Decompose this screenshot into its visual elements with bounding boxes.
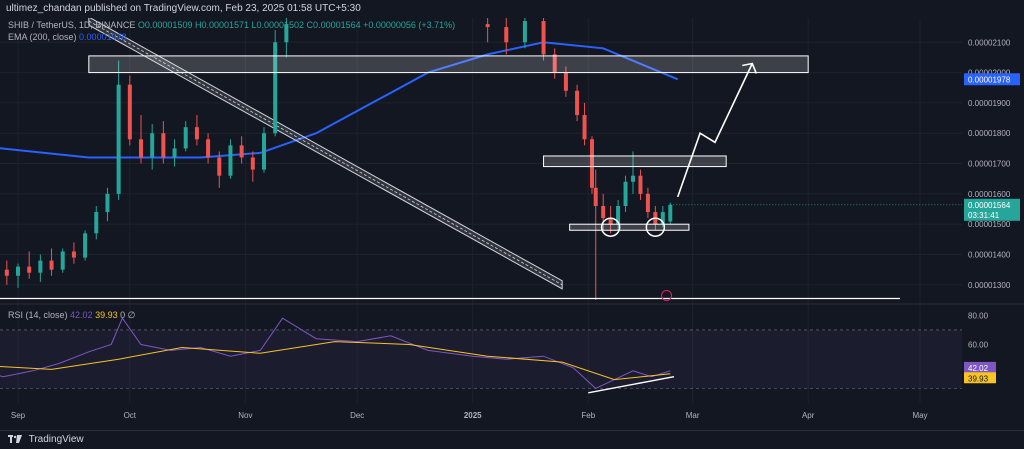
candle-body [623, 181, 628, 206]
annotations [0, 55, 962, 301]
price-tick-label: 0.00001500 [968, 220, 1011, 229]
resistance-zone-upper [88, 55, 809, 74]
ema-value: 0.00001978 [79, 32, 127, 42]
candle-body [563, 72, 568, 91]
rsi-band-fill [0, 329, 962, 389]
time-tick-label: Dec [350, 411, 364, 420]
candle-body [172, 148, 177, 158]
candle-body [60, 251, 65, 270]
ema-legend: EMA (200, close) 0.00001978 [8, 32, 127, 42]
candle-body [541, 21, 546, 55]
candle-body [116, 84, 121, 194]
projection-path [676, 63, 753, 198]
time-tick-label: 2025 [464, 411, 482, 420]
rsi-tick-label: 80.00 [968, 311, 989, 320]
candle-body [27, 266, 32, 273]
candle-body [228, 145, 233, 176]
candle-body [631, 175, 635, 182]
footer-brand: TradingView [28, 434, 84, 445]
price-tick-label: 0.00001800 [968, 129, 1011, 138]
price-tick-label: 0.00001300 [968, 281, 1011, 290]
price-tick-label: 0.00001700 [968, 160, 1011, 169]
price-tick-label: 0.00002100 [968, 38, 1011, 47]
candle-body [150, 133, 155, 158]
candle-body [239, 145, 244, 158]
rsi-legend: RSI (14, close) 42.02 39.93 0 ∅ [8, 310, 136, 321]
rsi-label: RSI (14, close) [8, 310, 68, 320]
candle-body [504, 27, 509, 43]
candle-body [94, 212, 99, 234]
candle-body [522, 21, 527, 43]
candle-body [638, 175, 643, 194]
time-tick-label: Mar [686, 411, 700, 420]
time-tick-label: Nov [238, 411, 252, 420]
candle-body [601, 206, 606, 219]
candle-body [668, 204, 673, 222]
rsi-tick-label: 60.00 [968, 341, 989, 350]
symbol-label: SHIB / TetherUS, 1D, BINANCE [8, 20, 136, 30]
price-tick-label: 0.00001600 [968, 190, 1011, 199]
time-tick-label: Apr [802, 411, 815, 420]
rsi-value: 42.02 [70, 310, 93, 320]
price-tick-label: 0.00001400 [968, 251, 1011, 260]
rsi-value-tag: 42.02 [968, 364, 989, 373]
candle-body [49, 260, 54, 270]
footer: TradingView [0, 430, 1024, 449]
price-tick-label: 0.00001900 [968, 99, 1011, 108]
candle-body [194, 127, 199, 140]
candle-body [4, 269, 9, 276]
candle-body [262, 133, 266, 170]
rsi-ma-value: 39.93 [95, 310, 118, 320]
symbol-legend: SHIB / TetherUS, 1D, BINANCE O0.00001509… [8, 20, 455, 30]
time-tick-label: May [912, 411, 927, 420]
support-zone [569, 223, 690, 231]
ema-price-tag: 0.00001978 [968, 75, 1011, 84]
candle-body [71, 251, 76, 258]
time-tick-label: Feb [581, 411, 595, 420]
candle-body [139, 139, 143, 158]
publish-info: ultimez_chandan published on TradingView… [0, 0, 1024, 18]
chart-area[interactable]: 0.00001300 0.00001400 0.00001500 0.00001600… [0, 18, 1024, 426]
last-price-tag: 0.00001564 [968, 201, 1011, 210]
candle-body [183, 127, 188, 149]
countdown-label: 03:31:41 [968, 211, 1000, 220]
tradingview-logo-icon [8, 435, 22, 444]
candle-body [38, 260, 43, 273]
ema-label: EMA (200, close) [8, 32, 77, 42]
candle-body [206, 139, 211, 158]
rsi-band [0, 329, 962, 389]
candle-body [485, 24, 490, 28]
candle-body [582, 115, 587, 140]
rsi-extra: 0 ∅ [120, 310, 136, 320]
candle-body [83, 233, 88, 258]
candle-body [16, 266, 20, 276]
chart-canvas[interactable]: 0.00001300 0.00001400 0.00001500 0.00001600… [0, 18, 1024, 426]
candle-body [127, 84, 132, 140]
candle-body [217, 157, 222, 176]
time-tick-label: Sep [11, 411, 26, 420]
candle-body [645, 193, 650, 213]
candle-body [250, 157, 255, 170]
ohlc-values: O0.00001509 H0.00001571 L0.00001502 C0.0… [137, 20, 456, 30]
candle-body [593, 187, 598, 206]
candle-body [161, 133, 166, 158]
rsi-ma-value-tag: 39.93 [968, 374, 989, 383]
time-tick-label: Oct [124, 411, 137, 420]
resistance-zone-mid [543, 155, 727, 168]
candle-body [575, 90, 580, 116]
candle-body [105, 193, 110, 213]
